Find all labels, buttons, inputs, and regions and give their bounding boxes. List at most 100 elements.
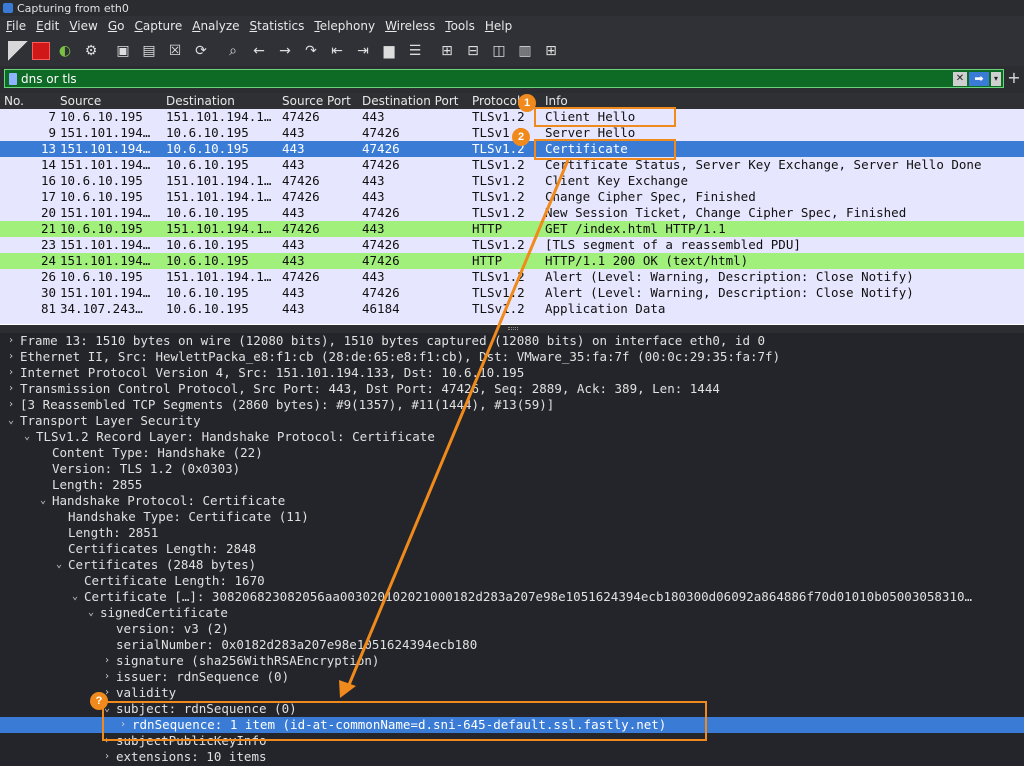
detail-tree-label: Certificates (2848 bytes) — [68, 557, 257, 572]
column-header-source[interactable]: Source — [60, 94, 101, 108]
packet-row[interactable]: 81 34.107.243… 10.6.10.195 443 46184 TLSv1.2 A… — [0, 301, 1024, 317]
detail-tree-item[interactable]: Content Type: Handshake (22) — [0, 445, 1024, 461]
pane-splitter[interactable] — [0, 325, 1024, 333]
menu-statistics[interactable]: Statistics — [250, 19, 305, 33]
collapsed-chevron-icon[interactable]: › — [6, 397, 16, 413]
expanded-chevron-icon[interactable]: ⌄ — [86, 605, 96, 621]
packet-row-partial[interactable] — [0, 317, 1024, 324]
packet-row[interactable]: 20 151.101.194… 10.6.10.195 443 47426 TLSv1.2… — [0, 205, 1024, 221]
packet-row[interactable]: 26 10.6.10.195 151.101.194.1… 47426 443 TLSv1… — [0, 269, 1024, 285]
menu-go[interactable]: Go — [108, 19, 125, 33]
detail-tree-item[interactable]: version: v3 (2) — [0, 621, 1024, 637]
menu-help[interactable]: Help — [485, 19, 512, 33]
find-icon[interactable]: ⌕ — [222, 40, 244, 62]
menu-analyze[interactable]: Analyze — [192, 19, 239, 33]
packet-row[interactable]: 17 10.6.10.195 151.101.194.1… 47426 443 TLSv1… — [0, 189, 1024, 205]
last-packet-icon[interactable]: ⇥ — [352, 40, 374, 62]
packet-row[interactable]: 30 151.101.194… 10.6.10.195 443 47426 TLSv1.2… — [0, 285, 1024, 301]
detail-tree-item[interactable]: › Ethernet II, Src: HewlettPacka_e8:f1:cb… — [0, 349, 1024, 365]
go-to-packet-icon[interactable]: ↷ — [300, 40, 322, 62]
go-forward-icon[interactable]: → — [274, 40, 296, 62]
auto-scroll-icon[interactable]: ▆ — [378, 40, 400, 62]
column-header-destination[interactable]: Destination — [166, 94, 235, 108]
column-header-no[interactable]: No. — [4, 94, 24, 108]
detail-tree-item[interactable]: ⌄ signedCertificate — [0, 605, 1024, 621]
collapsed-chevron-icon[interactable]: › — [6, 349, 16, 365]
detail-tree-item[interactable]: Certificate Length: 1670 — [0, 573, 1024, 589]
detail-tree-item[interactable]: serialNumber: 0x0182d283a207e98e10516243… — [0, 637, 1024, 653]
capture-options-icon[interactable]: ⚙ — [80, 40, 102, 62]
zoom-out-icon[interactable]: ⊟ — [462, 40, 484, 62]
save-file-icon[interactable]: ▤ — [138, 40, 160, 62]
packet-row[interactable]: 24 151.101.194… 10.6.10.195 443 47426 HTTP HTT… — [0, 253, 1024, 269]
packet-cell-src: 10.6.10.195 — [60, 189, 143, 204]
collapsed-chevron-icon[interactable]: › — [6, 381, 16, 397]
detail-tree-item[interactable]: ⌄ Handshake Protocol: Certificate — [0, 493, 1024, 509]
normal-size-icon[interactable]: ◫ — [488, 40, 510, 62]
packet-row[interactable]: 23 151.101.194… 10.6.10.195 443 47426 TLSv1.2… — [0, 237, 1024, 253]
packet-row[interactable]: 21 10.6.10.195 151.101.194.1… 47426 443 HTTP G… — [0, 221, 1024, 237]
apply-filter-icon[interactable]: ➡ — [969, 71, 989, 86]
detail-tree-item[interactable]: ⌄ Certificates (2848 bytes) — [0, 557, 1024, 573]
layout-icon[interactable]: ⊞ — [540, 40, 562, 62]
add-filter-button-icon[interactable]: + — [1006, 69, 1022, 88]
collapsed-chevron-icon[interactable]: › — [6, 333, 16, 349]
clear-filter-icon[interactable]: ✕ — [953, 71, 967, 86]
zoom-in-icon[interactable]: ⊞ — [436, 40, 458, 62]
expanded-chevron-icon[interactable]: ⌄ — [22, 429, 32, 445]
stop-capture-icon[interactable] — [32, 42, 50, 60]
detail-tree-item[interactable]: › extensions: 10 items — [0, 749, 1024, 765]
expanded-chevron-icon[interactable]: ⌄ — [70, 589, 80, 605]
menu-capture[interactable]: Capture — [134, 19, 182, 33]
column-header-destination-port[interactable]: Destination Port — [362, 94, 458, 108]
detail-tree-item[interactable]: › signature (sha256WithRSAEncryption) — [0, 653, 1024, 669]
packet-row[interactable]: 13 151.101.194… 10.6.10.195 443 47426 TLSv1.2… — [0, 141, 1024, 157]
colorize-icon[interactable]: ☰ — [404, 40, 426, 62]
menu-wireless[interactable]: Wireless — [385, 19, 435, 33]
packet-cell-dst: 10.6.10.195 — [166, 301, 249, 316]
collapsed-chevron-icon[interactable]: › — [102, 653, 112, 669]
packet-row[interactable]: 7 10.6.10.195 151.101.194.1… 47426 443 TLSv1.… — [0, 109, 1024, 125]
menu-edit[interactable]: Edit — [36, 19, 59, 33]
close-file-icon[interactable]: ☒ — [164, 40, 186, 62]
packet-row[interactable]: 16 10.6.10.195 151.101.194.1… 47426 443 TLSv1… — [0, 173, 1024, 189]
collapsed-chevron-icon[interactable]: › — [102, 749, 112, 765]
detail-tree-item[interactable]: › validity — [0, 685, 1024, 701]
collapsed-chevron-icon[interactable]: › — [102, 669, 112, 685]
detail-tree-item[interactable]: › Transmission Control Protocol, Src Port… — [0, 381, 1024, 397]
restart-capture-icon[interactable]: ◐ — [54, 40, 76, 62]
collapsed-chevron-icon[interactable]: › — [6, 365, 16, 381]
menu-telephony[interactable]: Telephony — [314, 19, 375, 33]
resize-columns-icon[interactable]: ▥ — [514, 40, 536, 62]
display-filter-input[interactable]: dns or tls — [21, 72, 953, 86]
detail-tree-item[interactable]: › [3 Reassembled TCP Segments (2860 bytes… — [0, 397, 1024, 413]
detail-tree-item[interactable]: Length: 2851 — [0, 525, 1024, 541]
column-header-info[interactable]: Info — [545, 94, 568, 108]
menu-tools[interactable]: Tools — [445, 19, 475, 33]
detail-tree-item[interactable]: › Frame 13: 1510 bytes on wire (12080 bit… — [0, 333, 1024, 349]
go-back-icon[interactable]: ← — [248, 40, 270, 62]
expanded-chevron-icon[interactable]: ⌄ — [38, 493, 48, 509]
detail-tree-item[interactable]: ⌄ Transport Layer Security — [0, 413, 1024, 429]
detail-tree-item[interactable]: ⌄ TLSv1.2 Record Layer: Handshake Protoco… — [0, 429, 1024, 445]
detail-tree-item[interactable]: › Internet Protocol Version 4, Src: 151.1… — [0, 365, 1024, 381]
menu-view[interactable]: View — [69, 19, 97, 33]
bookmark-icon[interactable] — [9, 72, 17, 85]
packet-cell-no: 81 — [40, 301, 56, 316]
detail-tree-item[interactable]: › issuer: rdnSequence (0) — [0, 669, 1024, 685]
open-file-icon[interactable]: ▣ — [112, 40, 134, 62]
menu-file[interactable]: File — [6, 19, 26, 33]
detail-tree-item[interactable]: Certificates Length: 2848 — [0, 541, 1024, 557]
column-header-source-port[interactable]: Source Port — [282, 94, 351, 108]
detail-tree-item[interactable]: Length: 2855 — [0, 477, 1024, 493]
packet-row[interactable]: 14 151.101.194… 10.6.10.195 443 47426 TLSv1.2… — [0, 157, 1024, 173]
detail-tree-item[interactable]: ⌄ Certificate […]: 308206823082056aa00302… — [0, 589, 1024, 605]
expanded-chevron-icon[interactable]: ⌄ — [54, 557, 64, 573]
first-packet-icon[interactable]: ⇤ — [326, 40, 348, 62]
filter-history-dropdown-icon[interactable]: ▾ — [991, 71, 1001, 86]
shark-fin-start-icon[interactable] — [8, 41, 28, 61]
expanded-chevron-icon[interactable]: ⌄ — [6, 413, 16, 429]
detail-tree-item[interactable]: Version: TLS 1.2 (0x0303) — [0, 461, 1024, 477]
reload-icon[interactable]: ⟳ — [190, 40, 212, 62]
detail-tree-item[interactable]: Handshake Type: Certificate (11) — [0, 509, 1024, 525]
